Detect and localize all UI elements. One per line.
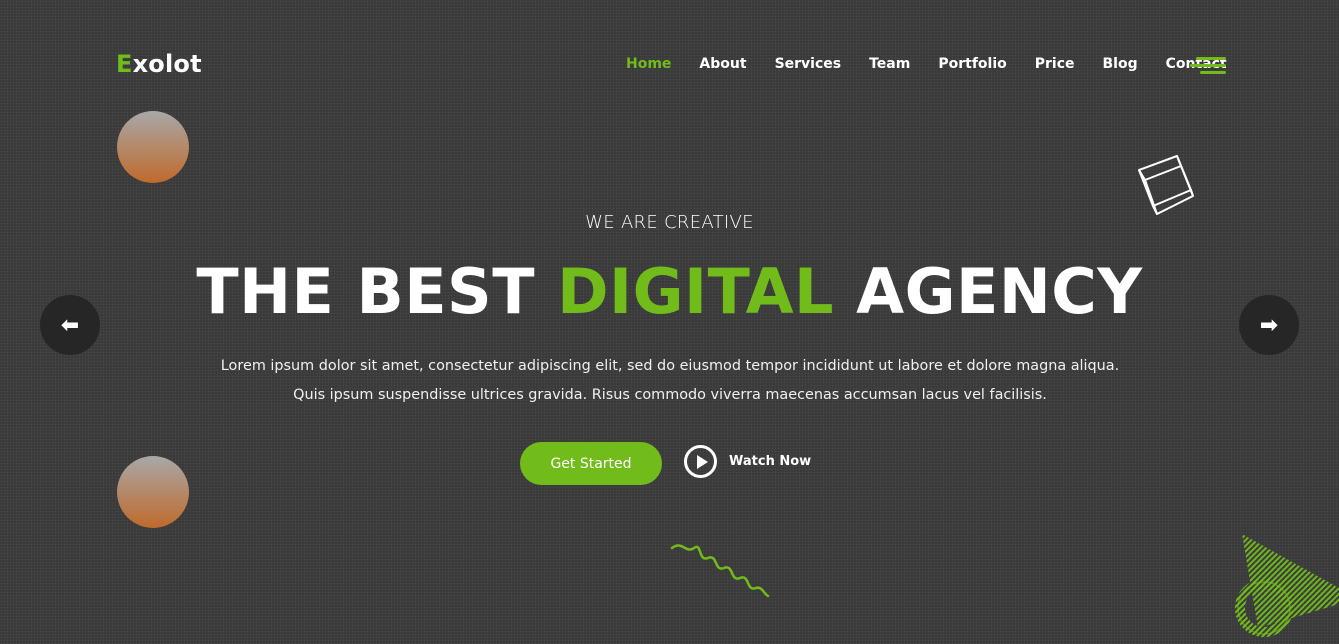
striped-shapes-decoration [1235, 534, 1339, 637]
nav-item-portfolio[interactable]: Portfolio [938, 56, 1006, 72]
nav-item-home[interactable]: Home [626, 56, 671, 72]
nav-item-blog[interactable]: Blog [1103, 56, 1138, 72]
watch-now-label: Watch Now [729, 454, 812, 469]
headline-highlight: DIGITAL [557, 255, 835, 328]
slider-prev-button[interactable]: ⬅ [40, 295, 100, 355]
nav-item-about[interactable]: About [699, 56, 746, 72]
logo-text: xolot [132, 50, 202, 78]
hero-headline: THE BEST DIGITAL AGENCY [0, 255, 1339, 329]
arrow-left-icon: ⬅ [60, 312, 80, 338]
decorative-ball-top [117, 111, 189, 183]
get-started-button[interactable]: Get Started [520, 442, 662, 485]
nav-item-services[interactable]: Services [775, 56, 842, 72]
brand-logo[interactable]: Exolot [116, 50, 202, 78]
main-nav: Home About Services Team Portfolio Price… [626, 56, 1255, 72]
nav-item-team[interactable]: Team [869, 56, 910, 72]
slider-next-button[interactable]: ➡ [1239, 295, 1299, 355]
hero-description: Lorem ipsum dolor sit amet, consectetur … [220, 358, 1120, 403]
squiggle-decoration [670, 544, 770, 598]
headline-part-2: AGENCY [834, 255, 1143, 328]
hamburger-icon[interactable] [1190, 57, 1226, 75]
cube-outline-icon [1138, 155, 1194, 215]
arrow-right-icon: ➡ [1259, 312, 1279, 338]
headline-part-1: THE BEST [196, 255, 558, 328]
decorative-ball-bottom [117, 456, 189, 528]
play-icon[interactable] [684, 445, 717, 478]
nav-item-price[interactable]: Price [1035, 56, 1075, 72]
logo-first-letter: E [116, 50, 133, 78]
hero-eyebrow: WE ARE CREATIVE [585, 212, 754, 233]
watch-now-button[interactable]: Watch Now [684, 445, 811, 478]
